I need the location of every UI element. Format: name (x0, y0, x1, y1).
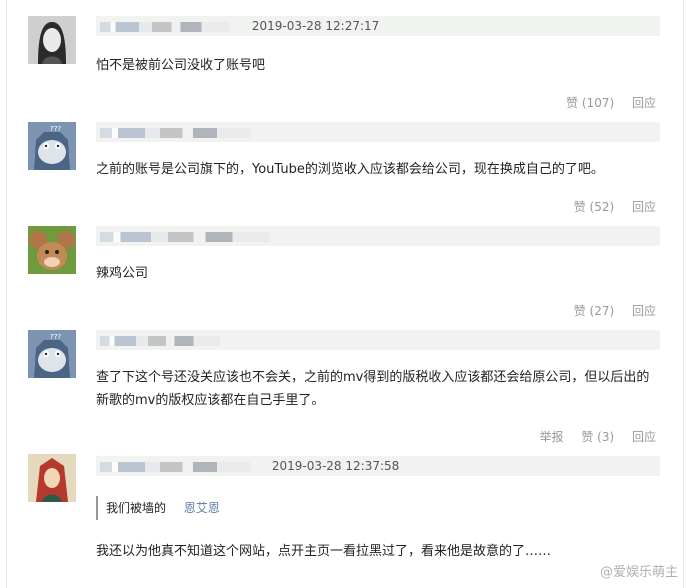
comment-header (96, 122, 660, 142)
comment-header: 2019-03-28 12:27:17 (96, 16, 660, 36)
comment-text: 怕不是被前公司没收了账号吧 (96, 58, 266, 73)
report-button[interactable]: 举报 (539, 430, 563, 444)
watermark: @爱娱乐萌主 (599, 565, 678, 580)
quote-username[interactable]: 恩艾恩 (184, 501, 220, 515)
comment-text: 我还以为他真不知道这个网站，点开主页一看拉黑过了，看来他是故意的了…… (96, 544, 552, 559)
like-button[interactable]: 赞 (3) (581, 430, 614, 444)
reply-button[interactable]: 回应 (632, 304, 656, 318)
username[interactable] (100, 231, 270, 242)
comment-header (96, 226, 660, 246)
avatar[interactable]: ??? (28, 122, 76, 170)
like-button[interactable]: 赞 (52) (574, 200, 614, 214)
comment-actions: 赞 (107) 回应 (552, 94, 656, 111)
avatar[interactable] (28, 454, 76, 502)
like-button[interactable]: 赞 (27) (574, 304, 614, 318)
comment-actions: 赞 (52) 回应 (560, 198, 656, 215)
username[interactable] (100, 335, 220, 346)
comment-header: 2019-03-28 12:37:58 (96, 456, 660, 476)
username[interactable] (100, 127, 250, 138)
reply-button[interactable]: 回应 (632, 200, 656, 214)
reply-button[interactable]: 回应 (632, 96, 656, 110)
like-button[interactable]: 赞 (107) (566, 96, 614, 110)
comment-actions: 赞 (27) 回应 (560, 302, 656, 319)
avatar[interactable] (28, 16, 76, 64)
quote-text: 我们被墙的 (106, 501, 167, 515)
username[interactable] (100, 21, 230, 32)
svg-text:???: ??? (50, 125, 61, 133)
username[interactable] (100, 461, 250, 472)
reply-button[interactable]: 回应 (632, 430, 656, 444)
avatar[interactable] (28, 226, 76, 274)
comment-actions: 举报 赞 (3) 回应 (525, 428, 656, 445)
comment-header (96, 330, 660, 350)
quoted-comment: 我们被墙的 恩艾恩 (96, 496, 220, 520)
comment-time: 2019-03-28 12:27:17 (251, 19, 380, 33)
comment-time: 2019-03-28 12:37:58 (271, 459, 400, 473)
comment-text: 查了下这个号还没关应该也不会关，之前的mv得到的版税收入应该都还会给原公司，但以… (96, 370, 650, 408)
comment-text: 辣鸡公司 (96, 266, 149, 281)
comment-text: 之前的账号是公司旗下的，YouTube的浏览收入应该都会给公司，现在换成自己的了… (96, 162, 604, 177)
avatar[interactable]: ??? (28, 330, 76, 378)
svg-text:???: ??? (50, 333, 61, 341)
